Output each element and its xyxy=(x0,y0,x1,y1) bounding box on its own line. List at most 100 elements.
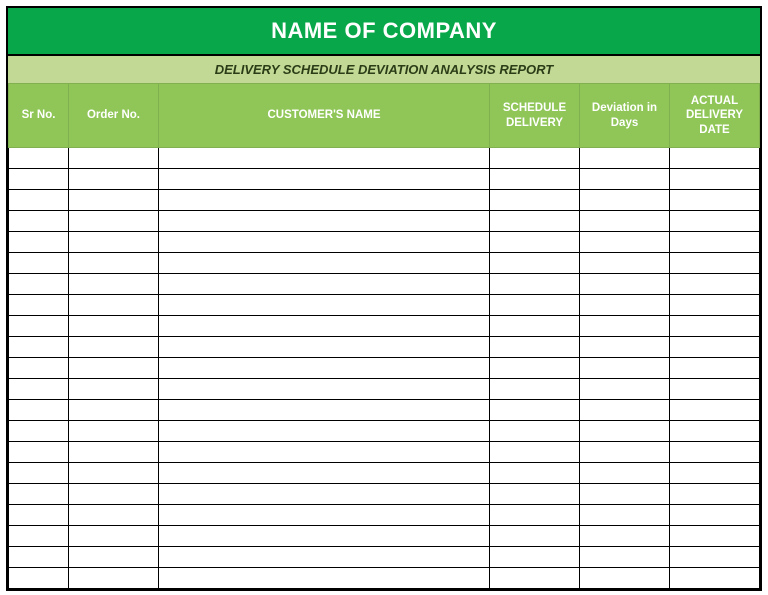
table-cell xyxy=(580,169,670,190)
table-cell xyxy=(69,148,159,169)
table-cell xyxy=(670,484,760,505)
table-cell xyxy=(9,169,69,190)
table-cell xyxy=(670,148,760,169)
table-cell xyxy=(490,442,580,463)
table-cell xyxy=(580,148,670,169)
table-cell xyxy=(69,484,159,505)
col-schedule: SCHEDULE DELIVERY xyxy=(490,84,580,148)
table-cell xyxy=(580,400,670,421)
table-cell xyxy=(69,316,159,337)
table-cell xyxy=(9,400,69,421)
table-cell xyxy=(159,190,490,211)
table-cell xyxy=(490,568,580,589)
table-cell xyxy=(9,358,69,379)
table-cell xyxy=(670,169,760,190)
table-cell xyxy=(9,505,69,526)
table-cell xyxy=(490,232,580,253)
table-cell xyxy=(159,463,490,484)
table-cell xyxy=(580,442,670,463)
table-cell xyxy=(69,337,159,358)
report-container: NAME OF COMPANY DELIVERY SCHEDULE DEVIAT… xyxy=(6,6,762,591)
table-row xyxy=(9,358,760,379)
table-cell xyxy=(670,463,760,484)
table-cell xyxy=(159,232,490,253)
table-cell xyxy=(9,526,69,547)
table-cell xyxy=(670,379,760,400)
report-subtitle: DELIVERY SCHEDULE DEVIATION ANALYSIS REP… xyxy=(8,54,760,83)
table-cell xyxy=(580,421,670,442)
table-cell xyxy=(9,253,69,274)
table-cell xyxy=(159,421,490,442)
table-cell xyxy=(490,526,580,547)
table-cell xyxy=(69,421,159,442)
table-cell xyxy=(670,442,760,463)
table-row xyxy=(9,274,760,295)
table-cell xyxy=(490,148,580,169)
table-cell xyxy=(69,358,159,379)
table-cell xyxy=(670,421,760,442)
table-cell xyxy=(69,442,159,463)
table-cell xyxy=(69,379,159,400)
table-row xyxy=(9,547,760,568)
table-row xyxy=(9,379,760,400)
table-cell xyxy=(580,316,670,337)
table-cell xyxy=(69,190,159,211)
table-row xyxy=(9,211,760,232)
table-cell xyxy=(490,211,580,232)
table-cell xyxy=(159,274,490,295)
table-cell xyxy=(490,337,580,358)
table-cell xyxy=(9,232,69,253)
table-cell xyxy=(159,442,490,463)
table-cell xyxy=(490,379,580,400)
table-cell xyxy=(580,274,670,295)
table-cell xyxy=(9,190,69,211)
col-actual: ACTUAL DELIVERY DATE xyxy=(670,84,760,148)
table-cell xyxy=(159,400,490,421)
table-cell xyxy=(670,400,760,421)
table-cell xyxy=(670,211,760,232)
table-row xyxy=(9,400,760,421)
table-cell xyxy=(670,232,760,253)
table-cell xyxy=(490,400,580,421)
table-cell xyxy=(9,295,69,316)
table-header-row: Sr No. Order No. CUSTOMER'S NAME SCHEDUL… xyxy=(9,84,760,148)
table-cell xyxy=(580,379,670,400)
table-cell xyxy=(580,253,670,274)
table-row xyxy=(9,190,760,211)
table-cell xyxy=(69,547,159,568)
table-cell xyxy=(9,484,69,505)
table-cell xyxy=(9,463,69,484)
table-cell xyxy=(9,442,69,463)
table-cell xyxy=(159,379,490,400)
table-cell xyxy=(670,568,760,589)
table-cell xyxy=(9,547,69,568)
table-cell xyxy=(580,190,670,211)
col-customer: CUSTOMER'S NAME xyxy=(159,84,490,148)
table-cell xyxy=(9,421,69,442)
table-row xyxy=(9,505,760,526)
table-cell xyxy=(69,253,159,274)
table-row xyxy=(9,337,760,358)
table-row xyxy=(9,568,760,589)
table-row xyxy=(9,295,760,316)
table-cell xyxy=(490,253,580,274)
table-cell xyxy=(490,421,580,442)
table-cell xyxy=(670,274,760,295)
table-cell xyxy=(159,547,490,568)
table-body xyxy=(9,148,760,589)
table-cell xyxy=(580,295,670,316)
table-cell xyxy=(580,526,670,547)
table-cell xyxy=(69,295,159,316)
table-cell xyxy=(159,505,490,526)
table-cell xyxy=(159,526,490,547)
table-cell xyxy=(490,484,580,505)
table-row xyxy=(9,421,760,442)
table-cell xyxy=(670,547,760,568)
table-row xyxy=(9,316,760,337)
table-cell xyxy=(670,316,760,337)
table-cell xyxy=(69,169,159,190)
table-cell xyxy=(670,253,760,274)
table-cell xyxy=(670,295,760,316)
table-cell xyxy=(69,463,159,484)
table-cell xyxy=(580,463,670,484)
